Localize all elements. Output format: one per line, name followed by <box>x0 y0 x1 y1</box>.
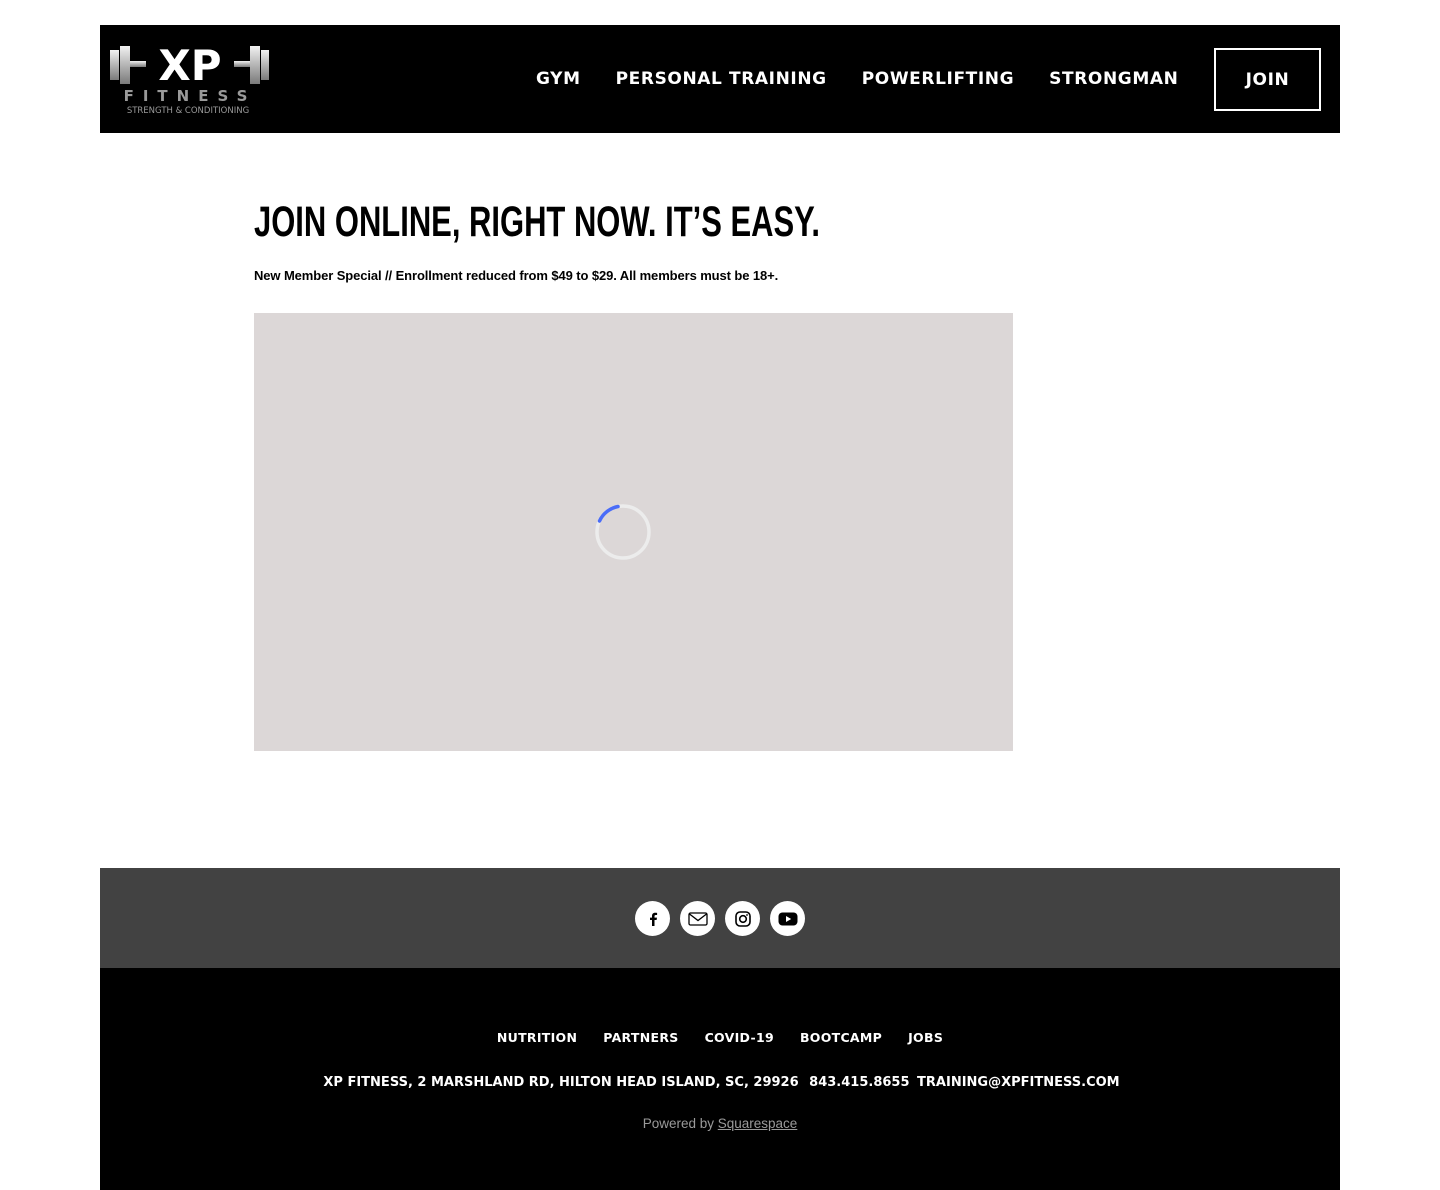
logo-brand: XP <box>158 42 221 90</box>
footer-nav-bootcamp[interactable]: BOOTCAMP <box>800 1030 882 1045</box>
signup-embed-frame[interactable] <box>254 313 1013 751</box>
footer-address: XP FITNESS, 2 MARSHLAND RD, HILTON HEAD … <box>323 1075 799 1090</box>
footer-phone[interactable]: 843.415.8655 <box>809 1075 909 1090</box>
social-band <box>100 868 1340 968</box>
logo[interactable]: XP FITNESS STRENGTH & CONDITIONING <box>108 42 270 116</box>
page: XP FITNESS STRENGTH & CONDITIONING GYM P… <box>0 0 1440 1190</box>
nav-powerlifting[interactable]: POWERLIFTING <box>862 70 1014 88</box>
logo-tagline: STRENGTH & CONDITIONING <box>127 106 249 116</box>
site-footer: NUTRITION PARTNERS COVID-19 BOOTCAMP JOB… <box>100 968 1340 1190</box>
page-subtitle: New Member Special // Enrollment reduced… <box>254 268 779 283</box>
footer-contact-info: XP FITNESS, 2 MARSHLAND RD, HILTON HEAD … <box>100 1075 1340 1090</box>
footer-nav-jobs[interactable]: JOBS <box>908 1030 943 1045</box>
youtube-icon[interactable] <box>770 901 805 936</box>
logo-word: FITNESS <box>124 87 257 105</box>
footer-nav: NUTRITION PARTNERS COVID-19 BOOTCAMP JOB… <box>100 1030 1340 1045</box>
join-button[interactable]: JOIN <box>1214 48 1321 111</box>
powered-by: Powered by Squarespace <box>100 1116 1340 1131</box>
nav-gym[interactable]: GYM <box>536 70 581 88</box>
instagram-icon[interactable] <box>725 901 760 936</box>
facebook-icon[interactable] <box>635 901 670 936</box>
social-icons <box>635 901 815 936</box>
site-header: XP FITNESS STRENGTH & CONDITIONING GYM P… <box>100 25 1340 133</box>
main-nav: GYM PERSONAL TRAINING POWERLIFTING STRON… <box>536 25 1213 133</box>
nav-personal-training[interactable]: PERSONAL TRAINING <box>616 70 827 88</box>
logo-graphic: XP FITNESS STRENGTH & CONDITIONING <box>110 42 269 116</box>
page-title: JOIN ONLINE, RIGHT NOW. IT’S EASY. <box>254 198 820 246</box>
footer-nav-nutrition[interactable]: NUTRITION <box>497 1030 577 1045</box>
footer-email-link[interactable]: TRAINING@XPFITNESS.COM <box>917 1075 1120 1090</box>
nav-strongman[interactable]: STRONGMAN <box>1049 70 1178 88</box>
footer-nav-partners[interactable]: PARTNERS <box>603 1030 678 1045</box>
loading-spinner-icon <box>595 504 651 560</box>
email-icon[interactable] <box>680 901 715 936</box>
footer-nav-covid-19[interactable]: COVID-19 <box>705 1030 774 1045</box>
powered-by-prefix: Powered by <box>642 1116 714 1131</box>
squarespace-link[interactable]: Squarespace <box>718 1116 798 1131</box>
